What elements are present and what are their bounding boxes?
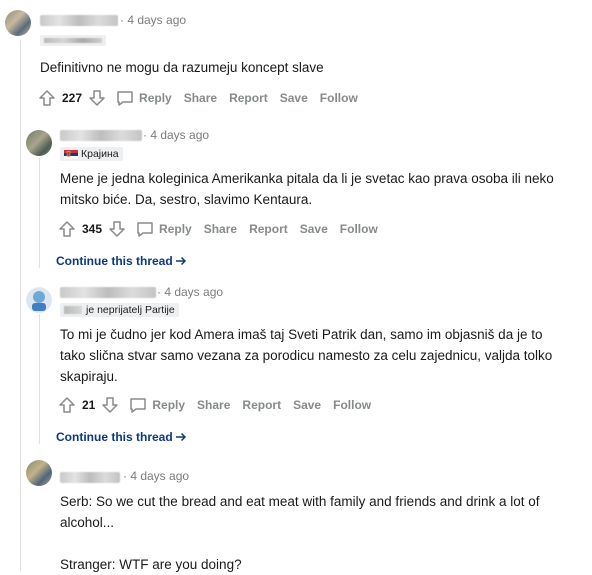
flair-text: je neprijatelj Partije [86,304,175,316]
username[interactable] [60,287,156,298]
comment-time: · 4 days ago [123,469,190,483]
avatar[interactable] [26,460,52,486]
user-flair: je neprijatelj Partije [60,303,179,317]
comment-line: Definitivno ne mogu da razumeju koncept … [40,60,324,75]
comment-actions: 21 Reply Share Report Save Follow [57,395,371,415]
username[interactable] [40,15,118,26]
comment-text: Mene je jedna koleginica Amerikanka pita… [60,168,554,210]
follow-label: Follow [333,398,372,412]
reply-button[interactable]: Reply [128,395,185,415]
upvote-icon[interactable] [37,88,57,108]
arrow-right-icon [173,431,187,443]
comment-line: skapiraju. [60,369,118,384]
report-button[interactable]: Report [245,222,288,236]
share-label: Share [197,398,231,412]
upvote-icon[interactable] [57,395,77,415]
reply-bubble-icon [135,219,155,239]
flair-emoji-blur [64,306,82,314]
report-button[interactable]: Report [238,398,281,412]
comment-line [60,533,540,554]
comment-line: alcohol... [60,515,115,530]
comment-actions: 227 Reply Share Report Save Follow [37,88,358,108]
reply-label: Reply [139,91,172,105]
downvote-icon[interactable] [87,88,107,108]
reply-label: Reply [159,222,192,236]
comment-time: · 4 days ago [157,285,224,299]
thread-line-root[interactable] [20,40,21,571]
user-flair [40,35,106,46]
avatar[interactable] [26,130,52,156]
reply-bubble-icon [115,88,135,108]
comment-actions: 345 Reply Share Report Save Follow [57,219,378,239]
save-button[interactable]: Save [289,398,321,412]
follow-label: Follow [339,222,378,236]
vote-count: 345 [82,222,103,236]
username[interactable] [60,472,120,483]
vote-count: 21 [82,398,96,412]
report-label: Report [249,222,288,236]
reply-bubble-icon [128,395,148,415]
reply-label: Reply [152,398,186,412]
save-button[interactable]: Save [276,91,308,105]
vote-count: 227 [62,91,83,105]
report-label: Report [229,91,268,105]
follow-button[interactable]: Follow [329,398,371,412]
share-button[interactable]: Share [193,398,230,412]
comment-line: Mene je jedna koleginica Amerikanka pita… [60,171,554,186]
reply-button[interactable]: Reply [115,88,172,108]
share-label: Share [203,222,238,236]
report-label: Report [242,398,282,412]
follow-button[interactable]: Follow [336,222,378,236]
downvote-icon[interactable] [107,219,127,239]
comment-line: mitsko biće. Da, sestro, slavimo Kentaur… [60,192,313,207]
save-label: Save [293,398,322,412]
thread-line-reply[interactable] [39,158,40,268]
avatar[interactable] [5,10,31,36]
serbia-flag-icon [64,149,78,159]
arrow-right-icon [173,255,187,267]
comment-text: To mi je čudno jer kod Amera imaš taj Sv… [60,324,552,387]
continue-thread-label: Continue this thread [56,430,173,444]
report-button[interactable]: Report [225,91,268,105]
comment-line: tako slična stvar samo vezana za porodic… [60,348,553,363]
save-button[interactable]: Save [296,222,328,236]
continue-thread-label: Continue this thread [56,254,173,268]
save-label: Save [279,91,308,105]
comment-line: To mi je čudno jer kod Amera imaš taj Sv… [60,327,543,342]
comment-line: Stranger: WTF are you doing? [60,557,242,572]
share-button[interactable]: Share [180,91,217,105]
share-button[interactable]: Share [200,222,237,236]
avatar[interactable] [26,287,52,313]
follow-button[interactable]: Follow [316,91,358,105]
continue-thread-link[interactable]: Continue this thread [56,430,187,444]
comment-line: Serb: So we cut the bread and eat meat w… [60,494,540,509]
follow-label: Follow [319,91,358,105]
upvote-icon[interactable] [57,219,77,239]
downvote-icon[interactable] [100,395,120,415]
comment-text: Definitivno ne mogu da razumeju koncept … [40,57,324,78]
username[interactable] [60,130,142,141]
share-label: Share [183,91,218,105]
save-label: Save [299,222,328,236]
flair-text: Крајина [81,148,119,160]
comment-text: Serb: So we cut the bread and eat meat w… [60,491,540,575]
reply-button[interactable]: Reply [135,219,192,239]
continue-thread-link[interactable]: Continue this thread [56,254,187,268]
comment-time: · 4 days ago [120,13,187,27]
user-flair: Крајина [60,147,123,161]
thread-line-reply-2[interactable] [39,314,40,444]
comment-time: · 4 days ago [143,128,210,142]
